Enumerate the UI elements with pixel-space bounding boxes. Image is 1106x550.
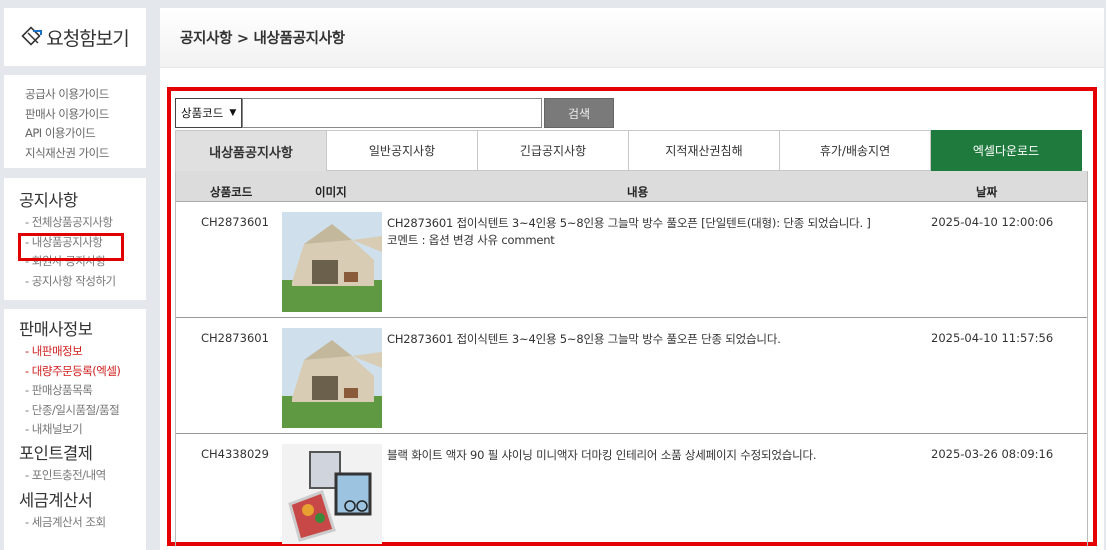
row-date: 2025-04-10 11:57:56 — [931, 331, 1054, 345]
sidebar-item-point-charge[interactable]: - 포인트충전/내역 — [19, 466, 146, 486]
tent-product-image[interactable] — [282, 212, 382, 312]
row-content: 블랙 화이트 액자 90 필 샤이닝 미니액자 더마킹 인테리어 소품 상세페이… — [387, 447, 907, 464]
guide-box: 공급사 이용가이드 판매사 이용가이드 API 이용가이드 지식재산권 가이드 — [4, 75, 146, 168]
notice-menu: 공지사항 - 전체상품공지사항 - 내상품공지사항 - 회원사 공지사항 - 공… — [4, 178, 146, 300]
seller-title: 판매사정보 — [19, 320, 93, 339]
row-content-text: 블랙 화이트 액자 90 필 샤이닝 미니액자 더마킹 인테리어 소품 상세페이… — [387, 448, 817, 462]
box-arrow-icon — [21, 26, 43, 46]
table-row[interactable]: CH2873601 CH2873601 접이식텐트 3~4인용 5~8인용 그늘… — [176, 202, 1087, 318]
photo-frame-product-image[interactable] — [282, 444, 382, 544]
row-content: CH2873601 접이식텐트 3~4인용 5~8인용 그늘막 방수 풀오픈 단… — [387, 331, 907, 348]
tab-ip-infringement[interactable]: 지적재산권침해 — [629, 130, 780, 171]
search-type-select[interactable]: 상품코드 ▼ — [175, 98, 242, 128]
sidebar-item-all-notice[interactable]: - 전체상품공지사항 — [19, 213, 146, 233]
table-row[interactable]: CH2873601 CH2873601 접이식텐트 3~4인용 5~8인용 그늘… — [176, 318, 1087, 434]
sidebar-item-bulk-order[interactable]: - 대량주문등록(엑셀) — [19, 362, 146, 382]
col-header-date: 날짜 — [976, 185, 998, 199]
sidebar-item-sales-products[interactable]: - 판매상품목록 — [19, 381, 146, 401]
guide-link-api[interactable]: API 이용가이드 — [25, 124, 146, 144]
sidebar-item-my-sales[interactable]: - 내판매정보 — [19, 342, 146, 362]
search-input[interactable] — [242, 98, 542, 128]
row-comment: 코멘트 : 옵션 변경 사유 comment — [387, 233, 555, 247]
tab-my-product-notice[interactable]: 내상품공지사항 — [175, 130, 327, 171]
tab-vacation-delay[interactable]: 휴가/배송지연 — [780, 130, 931, 171]
sidebar-item-tax-invoice[interactable]: - 세금계산서 조회 — [19, 513, 146, 533]
points-title: 포인트결제 — [19, 443, 93, 463]
row-date: 2025-04-10 12:00:06 — [931, 215, 1054, 229]
guide-link-ip[interactable]: 지식재산권 가이드 — [25, 144, 146, 164]
search-type-value: 상품코드 — [181, 106, 224, 120]
row-product-code: CH2873601 — [201, 215, 269, 229]
sidebar-item-discontinued[interactable]: - 단종/일시품절/품절 — [19, 401, 146, 421]
excel-download-button[interactable]: 엑셀다운로드 — [931, 130, 1082, 171]
row-content-text: CH2873601 접이식텐트 3~4인용 5~8인용 그늘막 방수 풀오픈 단… — [387, 332, 781, 346]
tent-product-image[interactable] — [282, 328, 382, 428]
chevron-down-icon: ▼ — [229, 108, 237, 118]
notice-title: 공지사항 — [19, 191, 78, 210]
guide-link-supplier[interactable]: 공급사 이용가이드 — [25, 85, 146, 105]
sidebar-item-my-channel[interactable]: - 내채널보기 — [19, 420, 146, 440]
row-product-code: CH2873601 — [201, 331, 269, 345]
col-header-image: 이미지 — [315, 185, 347, 199]
table-row[interactable]: CH4338029 블랙 화이트 액자 90 필 샤이닝 미니액자 더마킹 인테… — [176, 434, 1087, 546]
notice-tabs: 내상품공지사항 일반공지사항 긴급공지사항 지적재산권침해 휴가/배송지연 엑셀… — [175, 130, 1082, 171]
guide-link-seller[interactable]: 판매사 이용가이드 — [25, 105, 146, 125]
notice-table: 상품코드 이미지 내용 날짜 CH2873601 CH2873601 접이식텐트… — [175, 171, 1088, 546]
row-date: 2025-03-26 08:09:16 — [931, 447, 1054, 461]
search-button[interactable]: 검색 — [544, 98, 614, 128]
seller-menu: 판매사정보 - 내판매정보 - 대량주문등록(엑셀) - 판매상품목록 - 단종… — [4, 309, 146, 550]
row-product-code: CH4338029 — [201, 447, 269, 461]
col-header-content: 내용 — [627, 185, 649, 199]
tab-urgent-notice[interactable]: 긴급공지사항 — [478, 130, 629, 171]
row-content-text: CH2873601 접이식텐트 3~4인용 5~8인용 그늘막 방수 풀오픈 [… — [387, 216, 871, 230]
search-bar: 상품코드 ▼ 검색 — [175, 98, 614, 128]
col-header-code: 상품코드 — [210, 185, 253, 199]
row-content: CH2873601 접이식텐트 3~4인용 5~8인용 그늘막 방수 풀오픈 [… — [387, 215, 907, 249]
sidebar-item-write-notice[interactable]: - 공지사항 작성하기 — [19, 272, 146, 292]
page-header: 공지사항 > 내상품공지사항 — [160, 8, 1104, 68]
logo-box[interactable]: 요청함보기 — [4, 8, 146, 66]
sidebar-item-my-product-notice[interactable]: - 내상품공지사항 — [18, 232, 146, 261]
page-title: 공지사항 > 내상품공지사항 — [180, 31, 345, 47]
logo-text: 요청함보기 — [46, 27, 129, 50]
tax-title: 세금계산서 — [19, 490, 93, 510]
tab-general-notice[interactable]: 일반공지사항 — [327, 130, 478, 171]
table-header: 상품코드 이미지 내용 날짜 — [176, 171, 1087, 202]
